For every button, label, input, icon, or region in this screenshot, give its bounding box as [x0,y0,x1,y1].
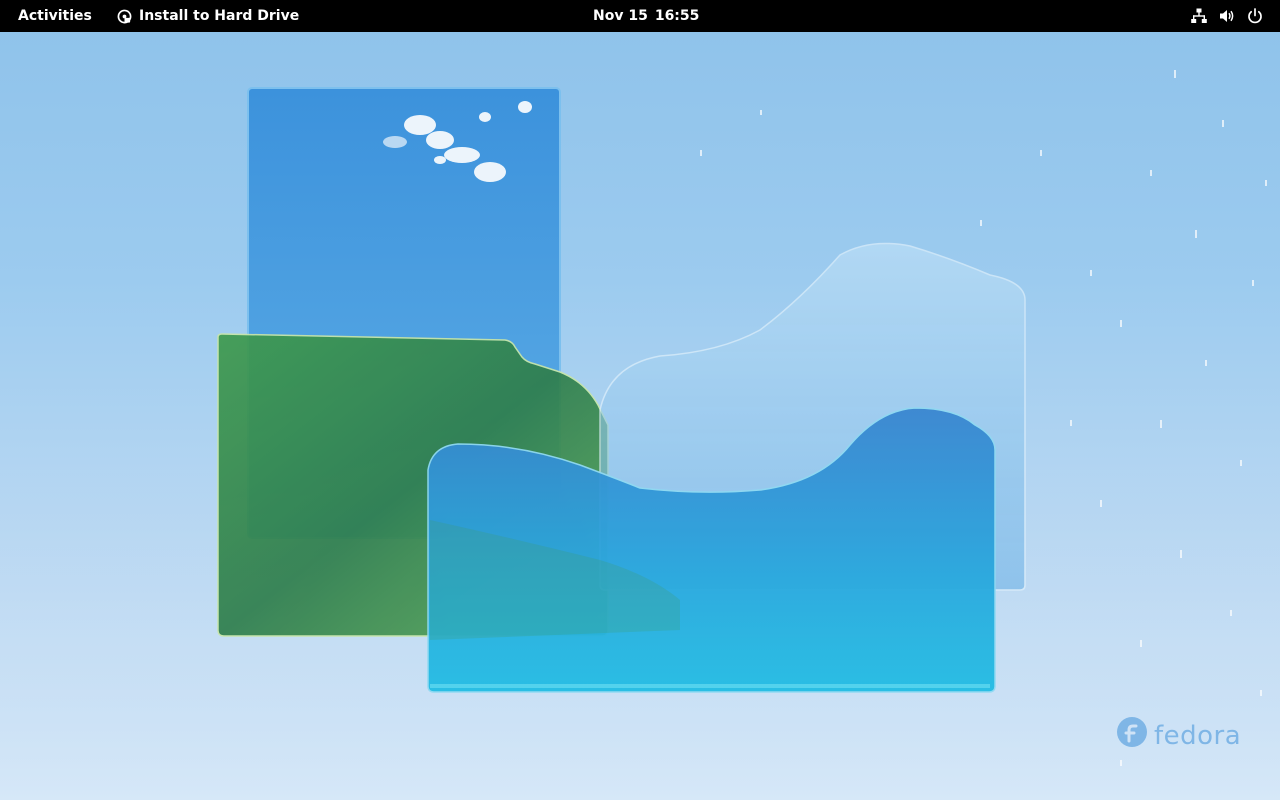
power-icon [1246,7,1264,25]
fedora-wordmark: fedora [1154,720,1242,751]
clock-date: Nov 15 [593,8,648,24]
app-menu-label: Install to Hard Drive [139,8,300,24]
desktop-screen: Activities Install to Hard Drive Nov 15 1… [0,0,1280,800]
system-status-menu[interactable] [1190,0,1264,32]
activities-button[interactable]: Activities [18,0,92,32]
fedora-logo-icon [1116,716,1148,755]
fedora-watermark: fedora [1116,716,1241,755]
app-menu-button[interactable]: Install to Hard Drive [117,0,299,32]
disk-installer-icon [117,9,132,24]
clock-time: 16:55 [654,8,700,24]
volume-icon [1218,7,1236,25]
network-icon [1190,7,1208,25]
wallpaper [0,70,1280,800]
date-time-button[interactable]: Nov 15 16:55 [593,0,699,32]
top-bar: Activities Install to Hard Drive Nov 15 1… [0,0,1280,32]
